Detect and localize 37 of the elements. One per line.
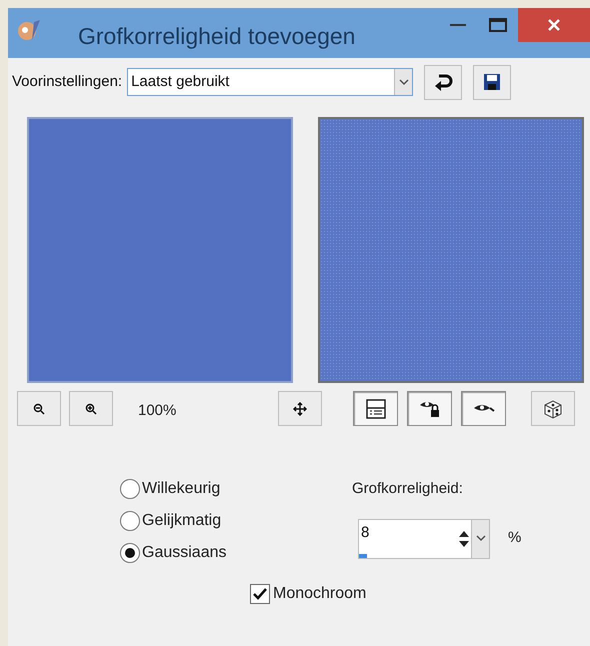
chevron-down-icon: [476, 535, 486, 542]
chevron-down-icon: [398, 78, 409, 86]
reset-button[interactable]: [424, 64, 462, 100]
presets-label: Voorinstellingen:: [12, 72, 122, 92]
save-button[interactable]: [473, 64, 512, 100]
radio-button[interactable]: [120, 543, 140, 563]
view-toggle-button[interactable]: [407, 391, 452, 426]
zoom-in-button[interactable]: [69, 391, 113, 426]
radio-option[interactable]: Gelijkmatig: [120, 510, 222, 532]
zoom-in-icon: [85, 402, 97, 414]
radio-option[interactable]: Willekeurig: [120, 478, 220, 500]
checkmark-icon: [253, 588, 267, 600]
monochrome-option[interactable]: Monochroom: [250, 582, 590, 606]
window-title: Grofkorreligheid toevoegen: [78, 22, 356, 51]
amount-spin-field[interactable]: 8: [358, 518, 490, 558]
dice-icon: [542, 398, 564, 420]
zoom-out-button[interactable]: [17, 391, 61, 426]
amount-label: Grofkorreligheid:: [352, 479, 464, 499]
pan-button[interactable]: [278, 391, 322, 426]
view-toggle-button[interactable]: [461, 391, 506, 426]
radio-option[interactable]: Gaussiaans: [120, 542, 226, 564]
radio-button[interactable]: [120, 511, 140, 531]
view-toggle-button[interactable]: [353, 391, 398, 426]
spin-down-icon: [458, 538, 470, 548]
checkbox[interactable]: [250, 584, 270, 604]
layout-icon: [366, 398, 386, 418]
close-button[interactable]: [518, 8, 590, 42]
presets-dropdown[interactable]: Laatst gebruikt: [127, 68, 414, 96]
close-icon: [548, 19, 560, 31]
unit-label: %: [508, 528, 522, 548]
move-arrows-icon: [293, 402, 307, 416]
randomize-button[interactable]: [531, 391, 575, 426]
return-arrow-icon: [433, 73, 454, 91]
spin-up-icon: [458, 528, 470, 538]
zoom-out-icon: [33, 402, 45, 414]
radio-button[interactable]: [120, 479, 140, 499]
zoom-reading: 100%: [138, 401, 178, 422]
